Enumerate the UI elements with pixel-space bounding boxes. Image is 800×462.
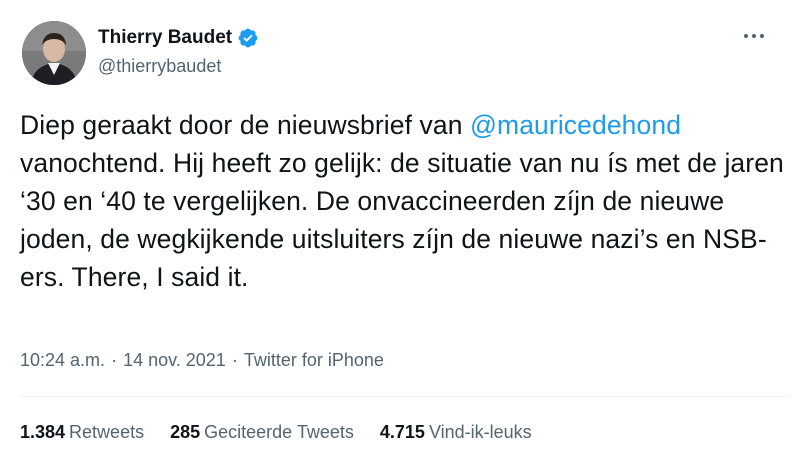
divider [20, 396, 790, 397]
more-dot [744, 34, 748, 38]
quotes-stat[interactable]: 285 Geciteerde Tweets [170, 422, 354, 443]
quotes-count: 285 [170, 422, 201, 442]
quotes-label: Geciteerde Tweets [204, 422, 354, 442]
more-dot [752, 34, 756, 38]
avatar-image [22, 21, 86, 85]
likes-count: 4.715 [379, 422, 425, 442]
more-dot [760, 34, 764, 38]
tweet-text-segment: vanochtend. Hij heeft zo gelijk: de situ… [20, 148, 784, 292]
verified-badge-icon [237, 27, 259, 49]
tweet-source[interactable]: Twitter for iPhone [244, 350, 384, 371]
meta-separator: · [111, 350, 118, 370]
mention-link[interactable]: @mauricedehond [470, 110, 681, 140]
avatar[interactable] [22, 21, 86, 85]
author-info: Thierry Baudet @thierrybaudet [98, 24, 259, 77]
more-options-icon[interactable] [744, 34, 764, 38]
likes-stat[interactable]: 4.715 Vind-ik-leuks [380, 422, 532, 443]
tweet-time[interactable]: 10:24 a.m. [20, 350, 105, 371]
handle[interactable]: @thierrybaudet [98, 56, 259, 77]
retweets-stat[interactable]: 1.384 Retweets [20, 422, 144, 443]
likes-label: Vind-ik-leuks [428, 422, 532, 442]
tweet-text-segment: Diep geraakt door de nieuwsbrief van [20, 110, 471, 140]
tweet-stats: 1.384 Retweets 285 Geciteerde Tweets 4.7… [20, 422, 532, 443]
meta-separator: · [231, 350, 238, 370]
tweet-date[interactable]: 14 nov. 2021 [123, 350, 226, 371]
tweet: Thierry Baudet @thierrybaudet Diep geraa… [0, 0, 800, 462]
retweets-label: Retweets [69, 422, 145, 442]
tweet-meta: 10:24 a.m. · 14 nov. 2021 · Twitter for … [20, 350, 384, 371]
tweet-text: Diep geraakt door de nieuwsbrief van @ma… [20, 106, 790, 296]
retweets-count: 1.384 [20, 422, 66, 442]
name-row: Thierry Baudet [98, 24, 259, 52]
display-name[interactable]: Thierry Baudet [98, 27, 232, 49]
